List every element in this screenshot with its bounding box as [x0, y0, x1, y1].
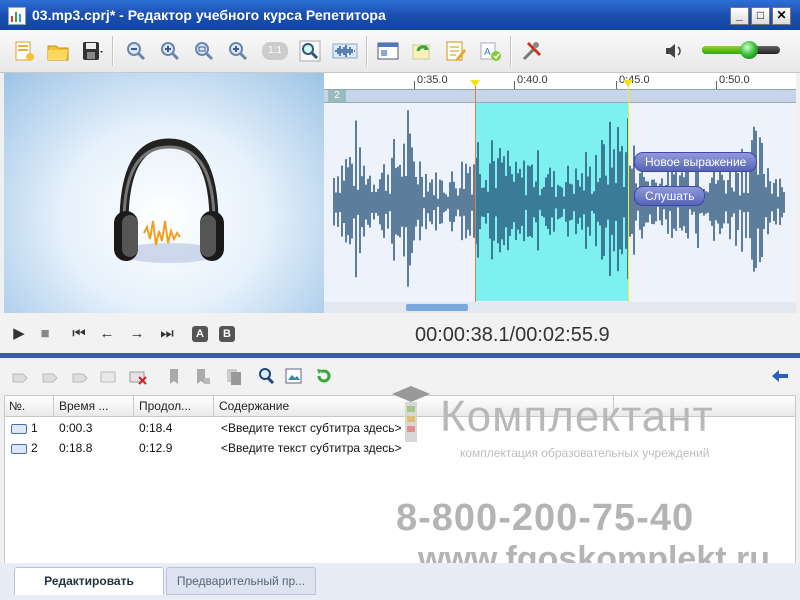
row-time: 0:00.3 [59, 421, 93, 435]
open-folder-icon[interactable] [46, 39, 70, 63]
table-header: №. Время ... Продол... Содержание [5, 396, 795, 417]
row-number: 1 [31, 421, 38, 435]
back-arrow-icon[interactable] [770, 366, 790, 386]
refresh-icon[interactable] [410, 39, 434, 63]
stop-button[interactable]: ■ [34, 323, 56, 345]
previous-button[interactable]: ⏮ [68, 323, 90, 345]
next-button[interactable]: ⏭ [156, 323, 178, 345]
column-content[interactable]: Содержание [219, 399, 289, 413]
settings-icon[interactable] [520, 39, 544, 63]
audio-waveform[interactable] [324, 103, 796, 303]
zoom-out-icon[interactable] [124, 39, 148, 63]
column-time[interactable]: Время ... [59, 399, 108, 413]
playback-cursor[interactable] [628, 81, 629, 303]
selection-start-line[interactable] [475, 81, 476, 303]
image-icon[interactable] [284, 366, 304, 386]
scrollbar-thumb[interactable] [406, 304, 468, 311]
track-number: 2 [328, 90, 346, 102]
save-icon[interactable] [80, 39, 104, 63]
app-icon [8, 7, 26, 25]
bookmark-icon[interactable] [164, 366, 184, 386]
subtitle-table: №. Время ... Продол... Содержание 1 0:00… [4, 395, 796, 565]
bottom-tabs: Редактировать Предварительный пр... [0, 563, 800, 600]
title-bar: 03.mp3.cprj* - Редактор учебного курса Р… [0, 0, 800, 30]
zoom-1-1-icon[interactable]: 1:1 [262, 42, 288, 60]
time-display: 00:00:38.1/00:02:55.9 [415, 324, 610, 346]
bookmark-copy-icon[interactable] [224, 366, 244, 386]
listen-button[interactable]: Слушать [634, 186, 706, 206]
delete-all-icon[interactable] [128, 366, 148, 386]
edit-note-icon[interactable] [444, 39, 468, 63]
speaker-icon[interactable] [662, 39, 684, 63]
subtitle-icon [11, 444, 27, 454]
zoom-selection-icon[interactable] [192, 39, 216, 63]
panel-divider[interactable] [0, 353, 800, 358]
step-forward-button[interactable]: → [126, 323, 148, 345]
marker-b-button[interactable]: B [219, 326, 235, 342]
play-button[interactable]: ▶ [8, 323, 30, 345]
add-subtitle-icon[interactable] [10, 366, 30, 386]
undo-icon[interactable] [314, 366, 334, 386]
marker-a-button[interactable]: A [192, 326, 208, 342]
row-time: 0:18.8 [59, 441, 93, 455]
step-back-button[interactable]: ← [96, 323, 118, 345]
table-row[interactable]: 2 0:18.8 0:12.9 <Введите текст субтитра … [5, 438, 795, 458]
zoom-magnify-icon[interactable] [298, 39, 322, 63]
window-icon[interactable] [376, 39, 400, 63]
waveform-panel[interactable]: 0:35.0 0:40.0 0:45.0 0:50.0 2 Новое выра… [324, 73, 796, 313]
maximize-button[interactable]: □ [751, 7, 770, 25]
main-toolbar: 1:1 A [0, 30, 800, 73]
subtitle-icon [11, 424, 27, 434]
split-subtitle-icon[interactable] [98, 366, 118, 386]
search-icon[interactable] [256, 366, 276, 386]
volume-slider[interactable] [702, 41, 780, 59]
zoom-in-icon[interactable] [158, 39, 182, 63]
tab-preview[interactable]: Предварительный пр... [166, 567, 316, 595]
translate-icon[interactable]: A [478, 39, 502, 63]
row-number: 2 [31, 441, 38, 455]
waveform-icon[interactable] [332, 39, 358, 63]
column-number[interactable]: №. [9, 399, 25, 413]
toolbar-separator [366, 36, 368, 66]
track-header: 2 [324, 90, 796, 103]
marker-triangles [470, 80, 633, 87]
merge-subtitle-icon[interactable] [70, 366, 90, 386]
transport-bar: ▶ ■ ⏮ ← → ⏭ A B 00:00:38.1/00:02:55.9 [0, 313, 800, 353]
tab-edit[interactable]: Редактировать [14, 567, 164, 595]
row-content[interactable]: <Введите текст субтитра здесь> [221, 421, 402, 435]
volume-knob[interactable] [739, 41, 758, 59]
row-duration: 0:12.9 [139, 441, 173, 455]
new-project-icon[interactable] [12, 39, 36, 63]
remove-subtitle-icon[interactable] [40, 366, 60, 386]
zoom-fit-icon[interactable] [226, 39, 250, 63]
window-title: 03.mp3.cprj* - Редактор учебного курса Р… [32, 7, 386, 23]
toolbar-separator [510, 36, 512, 66]
svg-text:A: A [484, 47, 491, 58]
table-row[interactable]: 1 0:00.3 0:18.4 <Введите текст субтитра … [5, 418, 795, 438]
close-button[interactable]: ✕ [772, 7, 791, 25]
column-duration[interactable]: Продол... [139, 399, 191, 413]
minimize-button[interactable]: _ [730, 7, 749, 25]
new-phrase-button[interactable]: Новое выражение [634, 152, 758, 172]
row-duration: 0:18.4 [139, 421, 173, 435]
toolbar-separator [112, 36, 114, 66]
bookmark-add-icon[interactable] [192, 366, 212, 386]
row-content[interactable]: <Введите текст субтитра здесь> [221, 441, 402, 455]
headphones-icon [114, 138, 224, 263]
subtitle-toolbar [0, 360, 800, 392]
cover-art [4, 73, 324, 313]
horizontal-scrollbar[interactable] [324, 302, 796, 313]
